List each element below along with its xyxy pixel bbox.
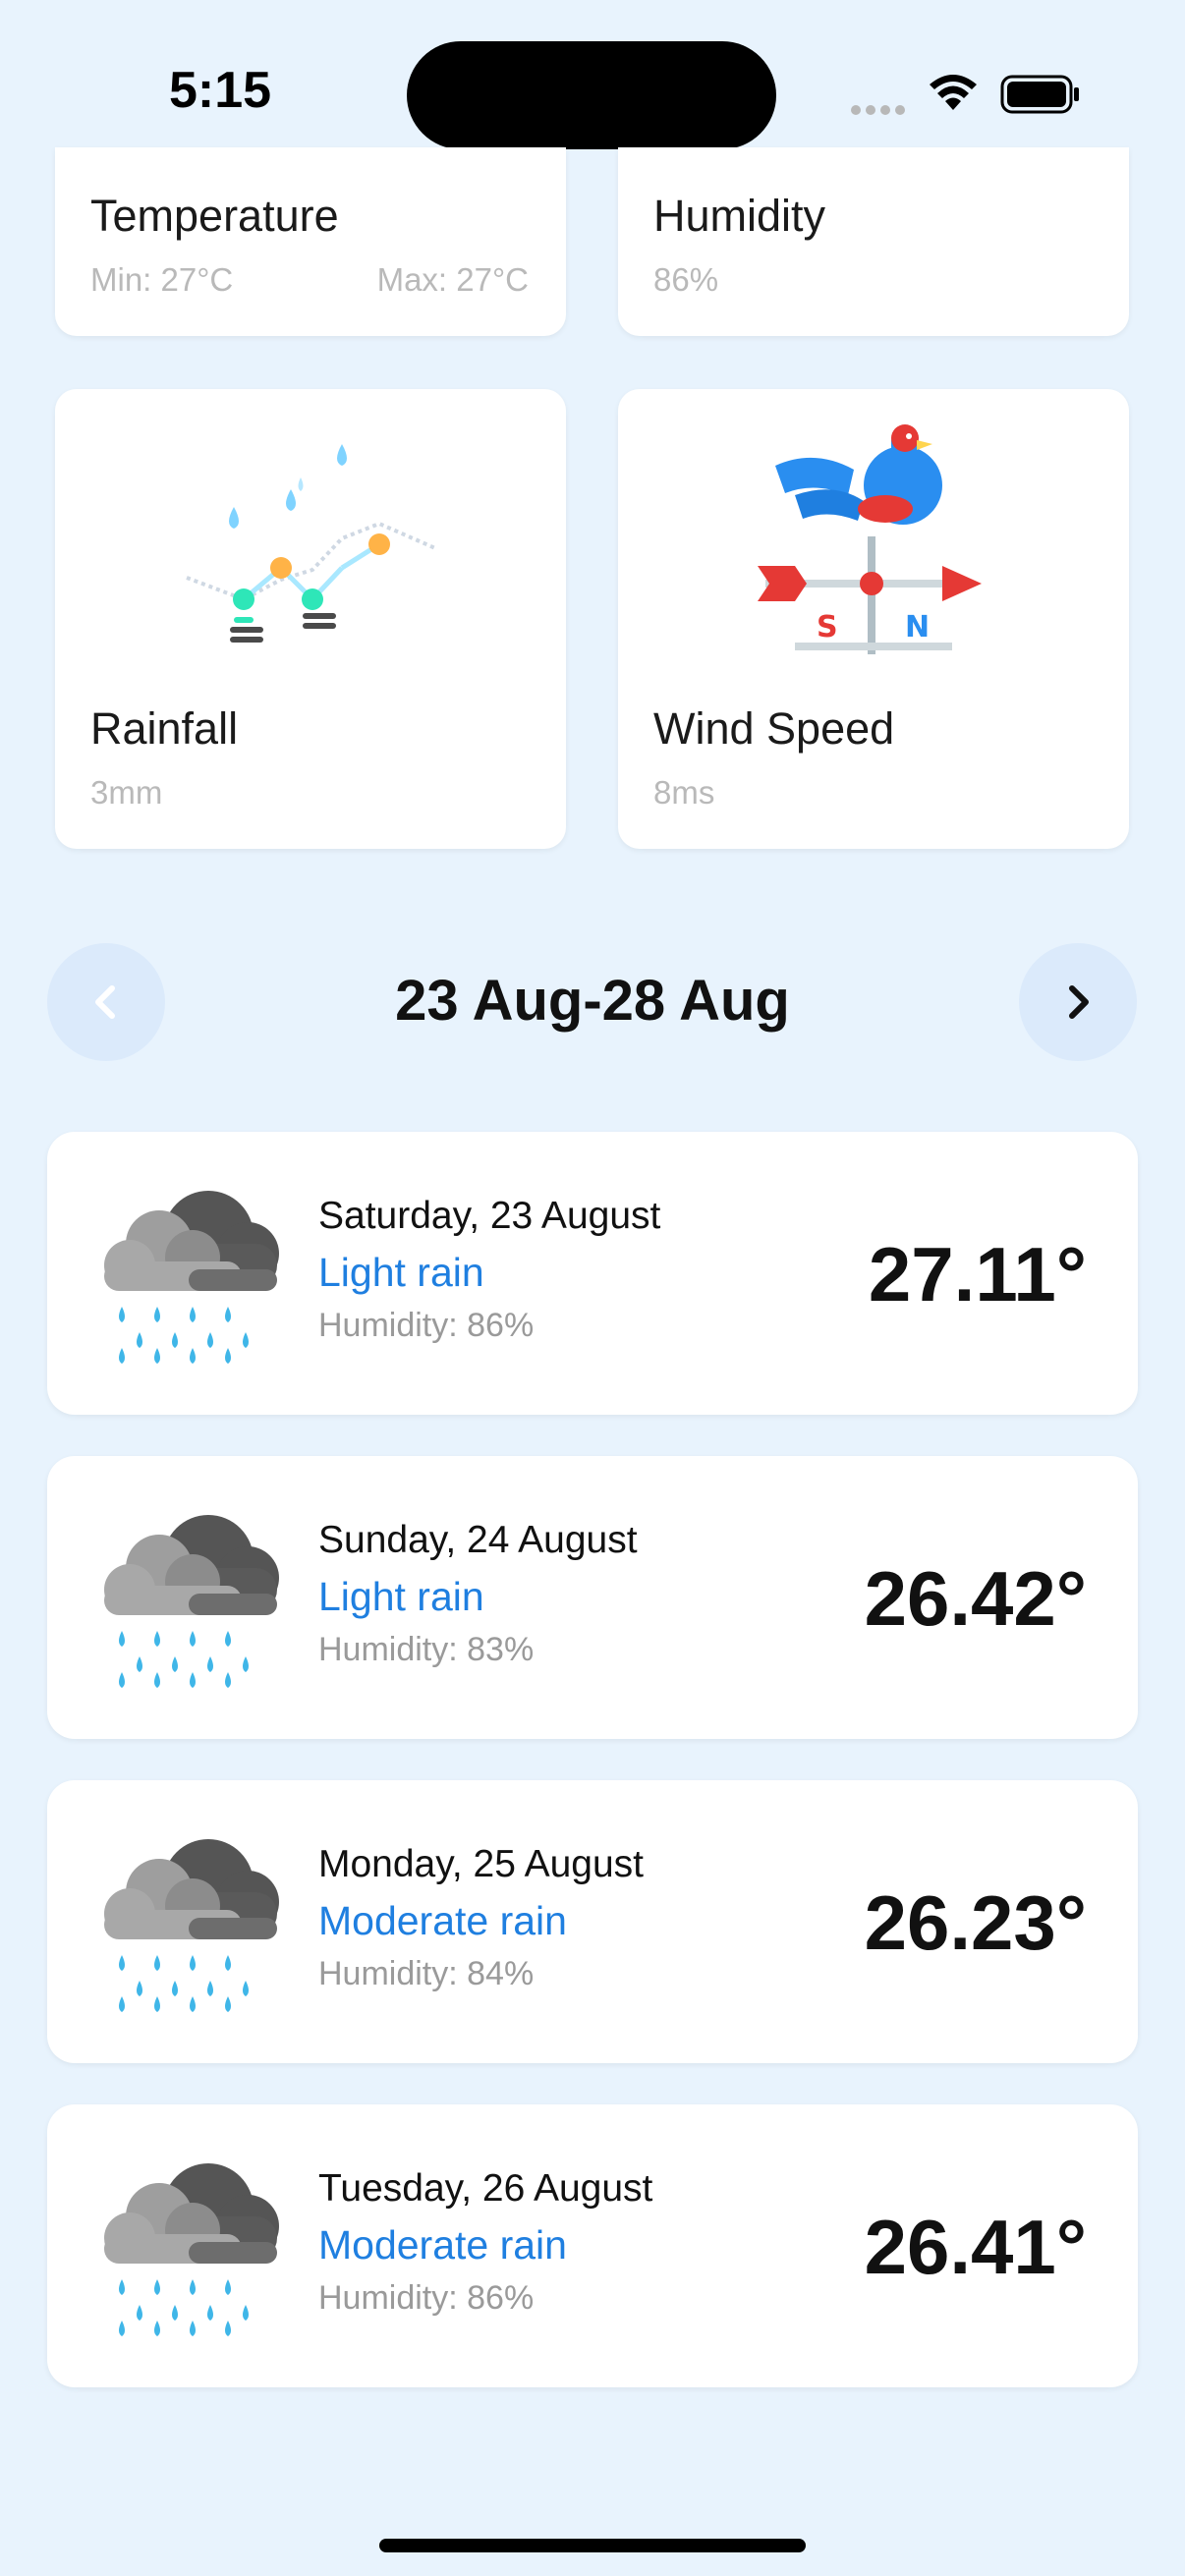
rainfall-title: Rainfall xyxy=(90,703,239,754)
forecast-temperature: 26.41° xyxy=(864,2204,1087,2290)
humidity-title: Humidity xyxy=(653,191,826,241)
chevron-right-icon xyxy=(1069,985,1089,1019)
forecast-date: Monday, 25 August xyxy=(318,1843,645,1885)
wind-speed-title: Wind Speed xyxy=(653,703,895,754)
svg-text:N: N xyxy=(905,610,930,644)
forecast-condition: Moderate rain xyxy=(318,2222,567,2268)
humidity-card[interactable]: Humidity 86% xyxy=(618,147,1129,336)
rainfall-card[interactable]: Rainfall 3mm xyxy=(55,389,566,849)
forecast-humidity: Humidity: 86% xyxy=(318,1307,535,1344)
rain-cloud-icon xyxy=(104,2163,279,2336)
forecast-condition: Light rain xyxy=(318,1574,484,1619)
temperature-min: Min: 27°C xyxy=(90,261,234,298)
temperature-card[interactable]: Temperature Min: 27°C Max: 27°C xyxy=(55,147,566,336)
forecast-temperature: 27.11° xyxy=(868,1231,1087,1317)
rainfall-value: 3mm xyxy=(90,774,163,811)
rain-cloud-icon xyxy=(104,1839,279,2012)
forecast-row[interactable]: Sunday, 24 August Light rain Humidity: 8… xyxy=(47,1456,1138,1739)
temperature-max: Max: 27°C xyxy=(376,261,529,298)
wind-speed-card[interactable]: S N Wind Speed 8ms xyxy=(618,389,1129,849)
cellular-signal-icon xyxy=(851,105,905,115)
forecast-date: Saturday, 23 August xyxy=(318,1195,661,1237)
status-time: 5:15 xyxy=(169,62,272,119)
dynamic-island xyxy=(407,41,776,149)
forecast-humidity: Humidity: 86% xyxy=(318,2279,535,2317)
temperature-title: Temperature xyxy=(90,191,339,241)
humidity-value: 86% xyxy=(653,261,719,298)
date-range-title: 23 Aug-28 Aug xyxy=(395,969,790,1033)
forecast-row[interactable]: Monday, 25 August Moderate rain Humidity… xyxy=(47,1780,1138,2063)
forecast-temperature: 26.42° xyxy=(864,1555,1087,1642)
forecast-date: Tuesday, 26 August xyxy=(318,2167,653,2210)
rain-cloud-icon xyxy=(104,1515,279,1688)
forecast-row[interactable]: Tuesday, 26 August Moderate rain Humidit… xyxy=(47,2104,1138,2387)
forecast-temperature: 26.23° xyxy=(864,1879,1087,1966)
forecast-date: Sunday, 24 August xyxy=(318,1519,638,1561)
svg-text:S: S xyxy=(817,610,838,644)
rainfall-chart-icon xyxy=(186,444,436,643)
weather-vane-icon: S N xyxy=(758,424,982,654)
wind-speed-value: 8ms xyxy=(653,774,715,811)
forecast-humidity: Humidity: 83% xyxy=(318,1631,535,1668)
battery-icon xyxy=(1000,75,1079,114)
rain-cloud-icon xyxy=(104,1191,279,1364)
forecast-row[interactable]: Saturday, 23 August Light rain Humidity:… xyxy=(47,1132,1138,1415)
wifi-icon xyxy=(930,75,977,110)
forecast-condition: Moderate rain xyxy=(318,1898,567,1943)
forecast-humidity: Humidity: 84% xyxy=(318,1955,535,1992)
forecast-condition: Light rain xyxy=(318,1250,484,1295)
next-week-button[interactable] xyxy=(1019,943,1137,1061)
home-indicator[interactable] xyxy=(379,2539,806,2552)
